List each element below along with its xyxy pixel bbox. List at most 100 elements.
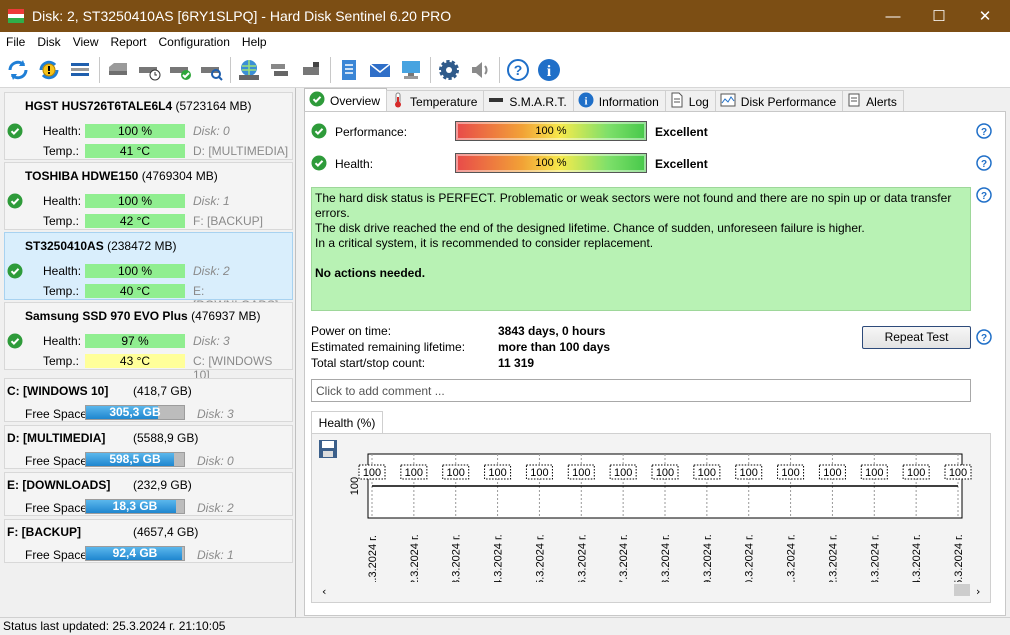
maximize-button[interactable]: ☐	[916, 0, 962, 32]
save-icon[interactable]	[319, 440, 337, 458]
health-bar: 100 %	[455, 153, 647, 173]
disk-volume: D: [MULTIMEDIA]	[193, 144, 289, 158]
disk-name-row: Samsung SSD 970 EVO Plus (476937 MB)	[25, 309, 260, 323]
disk-health-label: Health:	[43, 124, 82, 138]
menu-report[interactable]: Report	[104, 35, 152, 49]
report-icon[interactable]	[335, 56, 363, 84]
svg-text:i: i	[584, 96, 587, 108]
volume-card[interactable]: E: [DOWNLOADS] (232,9 GB) Free Space 18,3 G…	[4, 472, 293, 516]
disk-grey-icon[interactable]	[104, 56, 132, 84]
disk-name-row: TOSHIBA HDWE150 (4769304 MB)	[25, 169, 218, 183]
refresh-icon[interactable]	[4, 56, 32, 84]
data-label: 100	[530, 467, 548, 479]
tab-alerts[interactable]: Alerts	[842, 90, 904, 112]
tab-overview[interactable]: Overview	[304, 88, 388, 112]
tab-log[interactable]: Log	[664, 90, 716, 112]
tab-disk-performance[interactable]: Disk Performance	[714, 90, 844, 112]
data-label: 100	[447, 467, 465, 479]
settings-gear-icon[interactable]	[435, 56, 463, 84]
refresh-alert-icon[interactable]	[35, 56, 63, 84]
help-icon[interactable]: ?	[976, 155, 992, 171]
help-icon[interactable]: ?	[504, 56, 532, 84]
scroll-left-arrow: ‹	[322, 585, 326, 598]
repeat-test-button[interactable]: Repeat Test	[862, 326, 971, 349]
disk-clock-icon[interactable]	[135, 56, 163, 84]
thermometer-icon	[391, 92, 405, 111]
disk-card[interactable]: Samsung SSD 970 EVO Plus (476937 MB) Heal…	[4, 302, 293, 382]
performance-bar: 100 %	[455, 121, 647, 141]
disk-temp-label: Temp.:	[43, 284, 80, 298]
help-icon[interactable]: ?	[976, 123, 992, 139]
disk-list-icon[interactable]	[66, 56, 94, 84]
disk-temp-bar: 42 °C	[85, 214, 185, 228]
tab-temperature[interactable]: Temperature	[386, 90, 485, 112]
volume-name: F: [BACKUP]	[7, 525, 81, 539]
volume-card[interactable]: D: [MULTIMEDIA] (5588,9 GB) Free Space 598,…	[4, 425, 293, 469]
help-icon[interactable]: ?	[976, 187, 992, 203]
title-bar[interactable]: Disk: 2, ST3250410AS [6RY1SLPQ] - Hard D…	[0, 0, 1010, 32]
disk-card[interactable]: TOSHIBA HDWE150 (4769304 MB) Health: 100 %…	[4, 162, 293, 230]
toolbar-separator	[430, 56, 431, 83]
volume-size: (5588,9 GB)	[133, 431, 199, 445]
volume-disk: Disk: 3	[197, 407, 234, 421]
y-tick-label: 100	[349, 477, 361, 495]
disk-volume: F: [BACKUP]	[193, 214, 264, 228]
help-icon[interactable]: ?	[976, 329, 992, 345]
menu-disk[interactable]: Disk	[31, 35, 66, 49]
free-space-label: Free Space	[25, 407, 88, 421]
disk-card[interactable]: ST3250410AS (238472 MB) Health: 100 % Disk:…	[4, 232, 293, 312]
network-icon[interactable]	[397, 56, 425, 84]
speaker-icon[interactable]	[466, 56, 494, 84]
scroll-right-arrow: ›	[976, 585, 980, 598]
close-button[interactable]: ✕	[962, 0, 1008, 32]
info-icon: i	[578, 92, 594, 111]
menu-view[interactable]: View	[67, 35, 105, 49]
mail-icon[interactable]	[366, 56, 394, 84]
svg-text:?: ?	[514, 62, 523, 78]
tab-smart[interactable]: S.M.A.R.T.	[483, 90, 574, 112]
comment-field[interactable]: Click to add comment ...	[311, 379, 971, 402]
disk-temp-label: Temp.:	[43, 214, 80, 228]
drive-icon[interactable]	[297, 56, 325, 84]
globe-drive-icon[interactable]	[235, 56, 263, 84]
disk-search-icon[interactable]	[197, 56, 225, 84]
svg-text:?: ?	[981, 191, 987, 202]
remaining-lifetime-label: Estimated remaining lifetime:	[311, 340, 466, 354]
disk-temp-bar: 43 °C	[85, 354, 185, 368]
disk-model: Samsung SSD 970 EVO Plus	[25, 309, 188, 323]
disk-health-bar: 100 %	[85, 124, 185, 138]
menu-help[interactable]: Help	[236, 35, 273, 49]
status-bar: Status last updated: 25.3.2024 г. 21:10:…	[0, 617, 1010, 635]
smart-bar-icon	[488, 92, 504, 111]
tab-health-chart[interactable]: Health (%)	[311, 411, 383, 434]
data-label: 100	[781, 467, 799, 479]
volume-card[interactable]: C: [WINDOWS 10] (418,7 GB) Free Space 305,3…	[4, 378, 293, 422]
tab-information[interactable]: i Information	[572, 90, 666, 112]
free-space-label: Free Space	[25, 548, 88, 562]
data-label: 100	[572, 467, 590, 479]
disk-temp-label: Temp.:	[43, 354, 80, 368]
minimize-button[interactable]: —	[870, 0, 916, 32]
disk-health-bar: 100 %	[85, 264, 185, 278]
menu-configuration[interactable]: Configuration	[153, 35, 236, 49]
disk-check-icon[interactable]	[166, 56, 194, 84]
toolbar: ? i	[0, 52, 1010, 88]
toolbar-separator	[230, 56, 231, 83]
disk-health-bar: 100 %	[85, 194, 185, 208]
info-icon[interactable]: i	[535, 56, 563, 84]
data-label: 100	[907, 467, 925, 479]
health-rating: Excellent	[655, 157, 708, 171]
disk-size: (238472 MB)	[107, 239, 177, 253]
volume-card[interactable]: F: [BACKUP] (4657,4 GB) Free Space 92,4 GB D…	[4, 519, 293, 563]
disk-name-row: HGST HUS726T6TALE6L4 (5723164 MB)	[25, 99, 252, 113]
free-space-bar: 305,3 GB	[85, 405, 185, 420]
disk-size: (5723164 MB)	[175, 99, 252, 113]
drives-icon[interactable]	[266, 56, 294, 84]
disk-size: (476937 MB)	[191, 309, 261, 323]
disk-model: TOSHIBA HDWE150	[25, 169, 139, 183]
health-chart: 100 100 11.3.2024 г. 100 12.3.2024 г. 100 13.3…	[311, 433, 991, 603]
disk-card[interactable]: HGST HUS726T6TALE6L4 (5723164 MB) Health:…	[4, 92, 293, 160]
menu-file[interactable]: File	[0, 35, 31, 49]
disk-model: ST3250410AS	[25, 239, 104, 253]
performance-rating: Excellent	[655, 125, 708, 139]
